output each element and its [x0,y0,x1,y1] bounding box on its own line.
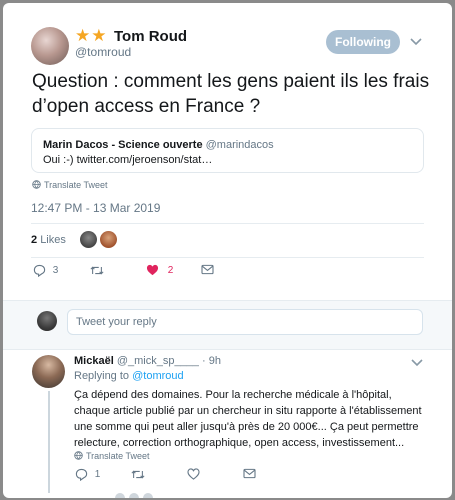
quoted-tweet[interactable]: Marin Dacos - Science ouverte @marindaco… [31,128,424,173]
retweet-icon [90,266,104,275]
partial-avatar [143,493,153,498]
heart-filled-icon [146,264,159,276]
replying-to: Replying to @tomroud [74,370,184,383]
retweet-action[interactable] [131,468,145,481]
tweet-timestamp[interactable]: 12:47 PM - 13 Mar 2019 [31,201,160,215]
direct-message-action[interactable] [201,264,214,276]
reply-action[interactable]: 3 [33,264,59,278]
quoted-author: Marin Dacos - Science ouverte @marindaco… [43,139,274,152]
replying-to-link[interactable]: @tomroud [132,370,184,382]
partial-avatar [129,493,139,498]
chevron-down-icon[interactable] [410,358,424,368]
star-emoji-icon: ★★ [75,26,108,45]
liker-avatar[interactable] [100,231,117,248]
like-action[interactable] [187,468,200,481]
retweet-icon [131,470,145,479]
direct-message-action[interactable] [243,468,256,480]
translate-label: Translate Tweet [86,451,150,461]
like-action[interactable]: 2 [146,264,173,277]
current-user-avatar [37,311,57,331]
quoted-author-name: Marin Dacos - Science ouverte [43,139,203,151]
liker-avatar[interactable] [80,231,97,248]
globe-icon [74,451,83,460]
reply-header: Mickaël @_mick_sp____ · 9h [74,355,221,368]
reply-count: 3 [52,265,59,277]
reply-author-avatar[interactable] [32,355,65,388]
reply-text: Ça dépend des domaines. Pour la recherch… [74,389,422,449]
reply-action[interactable]: 1 [75,468,101,482]
translate-tweet-link[interactable]: Translate Tweet [32,180,108,191]
chevron-down-icon[interactable] [409,37,423,47]
reply-author-handle[interactable]: @_mick_sp____ [117,355,199,367]
thread-line [48,391,50,493]
reply-input[interactable] [67,309,423,335]
author-avatar[interactable] [31,27,69,65]
partial-avatar [115,493,125,498]
envelope-icon [201,264,214,275]
tweet-text: Question : comment les gens paient ils l… [32,71,430,117]
divider [31,257,424,258]
author-name[interactable]: Tom Roud [114,28,187,46]
likes-count: 2 [31,234,38,246]
reply-icon [33,264,46,278]
quoted-author-handle: @marindacos [205,139,274,151]
reply-composer [3,300,452,350]
envelope-icon [243,468,256,479]
tweet-card: ★★ Tom Roud @tomroud Following Question … [3,3,452,498]
following-button[interactable]: Following [326,30,400,54]
likes-summary[interactable]: 2 Likes [31,233,66,247]
author-handle[interactable]: @tomroud [75,45,131,59]
separator-dot: · [201,355,206,367]
globe-icon [32,180,41,189]
reply-author-name[interactable]: Mickaël [74,355,114,367]
divider [31,223,424,224]
retweet-action[interactable] [90,264,104,277]
reply-count: 1 [94,469,101,481]
like-count: 2 [167,264,174,276]
translate-label: Translate Tweet [44,180,108,190]
likes-label: Likes [40,234,66,246]
reply-time[interactable]: 9h [209,355,221,367]
heart-icon [187,468,200,480]
quoted-text: Oui :-) twitter.com/jeroenson/stat… [43,154,213,166]
translate-tweet-link[interactable]: Translate Tweet [74,451,150,462]
reply-icon [75,468,88,482]
replying-prefix: Replying to [74,370,130,382]
